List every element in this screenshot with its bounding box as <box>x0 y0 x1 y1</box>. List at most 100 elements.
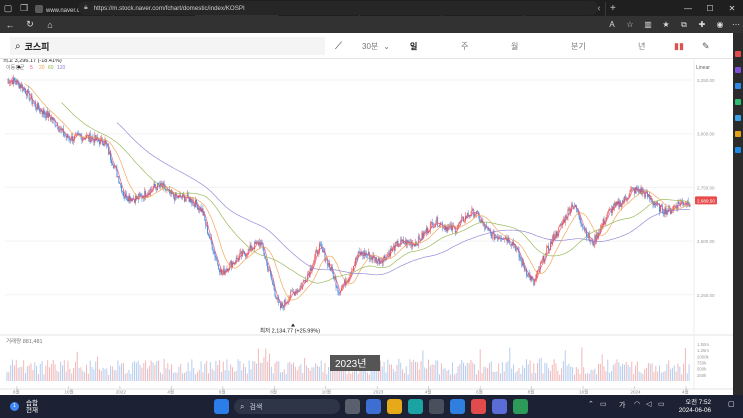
file-explorer-icon[interactable] <box>387 399 402 414</box>
ma-legend-label[interactable]: 이동평균 <box>6 64 25 71</box>
sidebar-app-icon[interactable] <box>735 51 741 57</box>
volume-bar <box>209 362 211 381</box>
minute-select[interactable]: 30분 ⌄ <box>362 39 390 53</box>
tray-chevron-icon[interactable]: ⌃ <box>588 400 594 408</box>
stock-chart[interactable]: 3,250.00 3,000.00 2,750.00 2,500.00 2,250.00… <box>0 56 733 396</box>
period-year[interactable]: 년 <box>638 39 645 53</box>
speaker-icon[interactable]: ◁ <box>646 400 651 408</box>
more-icon[interactable]: ⋯ <box>728 16 743 33</box>
task-view-icon[interactable] <box>345 399 360 414</box>
url-field[interactable]: 🔒︎ https://m.stock.naver.com/fchart/dome… <box>78 1 598 15</box>
sidebar-app-icon[interactable] <box>735 83 741 89</box>
volume-bar <box>256 363 258 381</box>
start-icon[interactable] <box>214 399 229 414</box>
refresh-icon[interactable]: ↻ <box>20 16 40 33</box>
volume-bar <box>392 369 394 381</box>
period-month[interactable]: 월 <box>511 39 518 53</box>
workspaces-icon[interactable]: ▢ <box>0 0 16 16</box>
system-clock[interactable]: 오전 7:52 2024-06-06 <box>671 399 711 414</box>
ma-legend-period[interactable]: 120 <box>57 65 66 71</box>
teams-icon[interactable] <box>366 399 381 414</box>
ime-indicator[interactable]: 가 <box>619 400 625 410</box>
split-screen-icon[interactable]: ▥ <box>640 16 656 33</box>
battery-icon[interactable]: ▭ <box>658 400 665 408</box>
url-text: https://m.stock.naver.com/fchart/domesti… <box>93 4 245 12</box>
chart-svg[interactable]: 3,250.00 3,000.00 2,750.00 2,500.00 2,250.00… <box>0 56 733 396</box>
chart-type-icon[interactable]: ⟋ <box>335 39 342 53</box>
taskbar-search[interactable]: ⌕ 검색 <box>234 399 340 414</box>
volume-bar <box>198 369 200 381</box>
candle-body <box>64 135 66 137</box>
search-input[interactable]: ⌕ 코스피 <box>10 37 325 55</box>
volume-bar <box>171 364 173 381</box>
volume-bar <box>239 361 241 381</box>
period-quarter[interactable]: 분기 <box>571 39 586 53</box>
weather-widget[interactable]: 1 습함 현재 <box>10 399 60 415</box>
maximize-icon[interactable]: ☐ <box>699 0 721 16</box>
sidebar-app-icon[interactable] <box>735 115 741 121</box>
minimize-icon[interactable]: — <box>677 0 699 16</box>
app-icon[interactable] <box>513 399 528 414</box>
favorite-icon[interactable]: ☆ <box>622 16 638 33</box>
volume-bar <box>481 373 483 381</box>
volume-bar <box>614 363 616 381</box>
volume-bar <box>272 373 274 381</box>
notifications-icon[interactable]: ▢ <box>728 400 735 408</box>
home-icon[interactable]: ⌂ <box>40 16 60 33</box>
candle-style-icon[interactable]: ▮▮ <box>674 39 684 53</box>
candle-body <box>373 255 375 257</box>
volume-bar <box>596 374 598 381</box>
period-week[interactable]: 주 <box>461 39 468 53</box>
period-day[interactable]: 일 <box>410 39 417 53</box>
tab-actions-icon[interactable]: ❐ <box>16 0 32 16</box>
app-icon[interactable] <box>492 399 507 414</box>
candle-body <box>220 269 221 273</box>
ma-legend-period[interactable]: 5 <box>30 65 33 71</box>
volume-bar <box>63 360 65 381</box>
volume-bar <box>385 372 387 381</box>
favorites-icon[interactable]: ★ <box>658 16 674 33</box>
volume-bar <box>603 366 605 381</box>
low-marker-icon <box>291 323 295 327</box>
sidebar-app-icon[interactable] <box>735 131 741 137</box>
volume-bar <box>106 368 108 381</box>
candle-body <box>684 204 685 206</box>
read-aloud-icon[interactable]: A <box>604 16 620 33</box>
drawing-tool-icon[interactable]: ✎ <box>702 39 710 53</box>
scale-label[interactable]: Linear <box>696 65 710 71</box>
ma-legend-period[interactable]: 20 <box>39 65 45 71</box>
volume-bar <box>426 368 428 381</box>
app-icon[interactable] <box>471 399 486 414</box>
wifi-icon[interactable]: ◠ <box>634 400 640 408</box>
new-tab-icon[interactable]: + <box>610 3 616 14</box>
candle-body <box>275 295 277 299</box>
ma-legend-period[interactable]: 60 <box>48 65 54 71</box>
candle-body <box>256 241 257 244</box>
collections-icon[interactable]: ⧉ <box>676 16 692 33</box>
candle-body <box>123 195 125 198</box>
mail-icon[interactable] <box>450 399 465 414</box>
volume-bar <box>30 363 32 381</box>
sidebar-app-icon[interactable] <box>735 147 741 153</box>
extensions-icon[interactable]: ✚ <box>694 16 710 33</box>
volume-bar <box>344 369 346 381</box>
volume-bar <box>368 374 370 381</box>
volume-bar <box>12 359 14 381</box>
x-tick-label: 2024 <box>631 390 642 395</box>
store-icon[interactable] <box>429 399 444 414</box>
display-icon[interactable]: ▭ <box>600 400 607 408</box>
candle-body <box>431 221 433 223</box>
volume-bar <box>509 347 511 381</box>
volume-bar <box>204 363 206 381</box>
close-window-icon[interactable]: ✕ <box>721 0 743 16</box>
back-icon[interactable]: ← <box>0 16 20 33</box>
edge-icon[interactable] <box>408 399 423 414</box>
volume-bar <box>618 362 620 381</box>
current-value-label: 2,689.50 <box>697 198 715 203</box>
sidebar-app-icon[interactable] <box>735 99 741 105</box>
volume-bar <box>41 360 43 381</box>
volume-bar <box>91 366 93 381</box>
volume-bar <box>524 368 526 381</box>
sidebar-app-icon[interactable] <box>735 67 741 73</box>
profile-icon[interactable]: ◉ <box>712 16 728 33</box>
